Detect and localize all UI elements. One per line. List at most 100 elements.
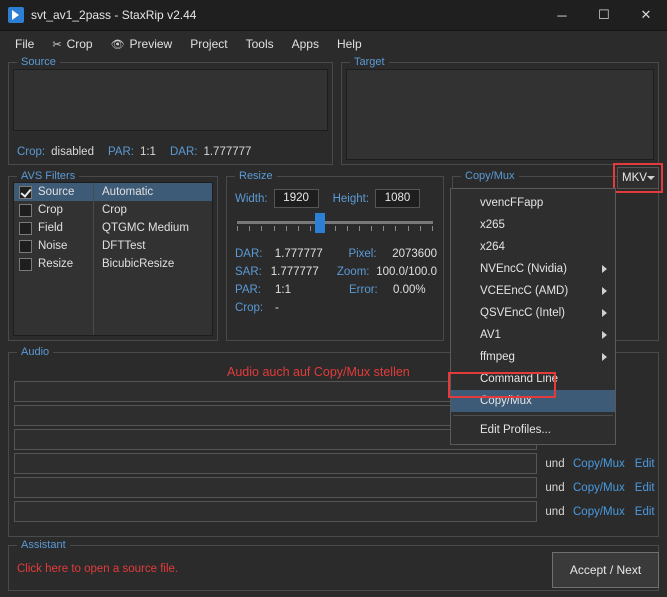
menu-option-label: VCEEncC (AMD) <box>480 285 569 297</box>
audio-language: und <box>545 457 565 470</box>
container-format-highlight <box>613 163 663 193</box>
chevron-right-icon <box>602 309 607 317</box>
maximize-icon[interactable]: ☐ <box>583 0 625 31</box>
menu-apps[interactable]: Apps <box>283 33 328 55</box>
window-title: svt_av1_2pass - StaxRip v2.44 <box>31 8 197 22</box>
resize-info-row-dar: DAR: 1.777777 Pixel: 2073600 <box>235 245 437 263</box>
avs-checkbox-crop[interactable] <box>19 203 32 217</box>
menu-option-label: x265 <box>480 219 505 231</box>
audio-profile-link[interactable]: Copy/Mux <box>573 458 625 470</box>
resize-sar-label: SAR: <box>235 266 262 278</box>
slider-tick <box>249 226 251 231</box>
menu-help-label: Help <box>336 37 362 51</box>
audio-file-field[interactable] <box>14 477 537 498</box>
chevron-right-icon <box>602 287 607 295</box>
menu-project[interactable]: Project <box>181 33 236 55</box>
audio-file-field[interactable] <box>14 453 537 474</box>
slider-tick <box>237 226 238 231</box>
menu-option-av1[interactable]: AV1 <box>451 324 615 346</box>
width-input[interactable]: 1920 <box>273 189 319 208</box>
avs-checkbox-noise[interactable] <box>19 239 32 253</box>
menu-separator <box>453 415 613 416</box>
avs-filters-legend: AVS Filters <box>17 170 80 182</box>
resize-slider-track[interactable] <box>237 221 433 224</box>
slider-tick <box>285 226 287 231</box>
menu-option-x264[interactable]: x264 <box>451 236 615 258</box>
slider-tick <box>383 226 385 231</box>
menu-preview-label: Preview <box>129 37 173 51</box>
avs-row-crop[interactable]: Crop Crop <box>14 201 212 219</box>
menu-tools-label: Tools <box>245 37 274 51</box>
avs-row-source[interactable]: Source Automatic <box>14 183 212 201</box>
avs-checkbox-resize[interactable] <box>19 257 32 271</box>
avs-row-resize[interactable]: Resize BicubicResize <box>14 255 212 273</box>
resize-par-value: 1:1 <box>275 284 291 296</box>
menu-project-label: Project <box>190 37 228 51</box>
resize-sar-value: 1.777777 <box>270 266 319 278</box>
menu-option-nvencc[interactable]: NVEncC (Nvidia) <box>451 258 615 280</box>
avs-filters-table[interactable]: Source Automatic Crop Crop Field QTGMC M… <box>13 182 213 336</box>
audio-row[interactable]: und Copy/Mux Edit <box>14 501 655 522</box>
menu-help[interactable]: Help <box>328 33 371 55</box>
audio-profile-link[interactable]: Copy/Mux <box>573 482 625 494</box>
source-crop-label: Crop: <box>17 146 46 158</box>
audio-file-field[interactable] <box>14 501 537 522</box>
avs-row-noise[interactable]: Noise DFTTest <box>14 237 212 255</box>
source-group: Source Crop: disabled PAR: 1:1 DAR: 1.77… <box>8 56 333 165</box>
menu-option-x265[interactable]: x265 <box>451 214 615 236</box>
audio-profile-link[interactable]: Copy/Mux <box>573 506 625 518</box>
audio-edit-link[interactable]: Edit <box>635 482 655 494</box>
audio-annotation: Audio auch auf Copy/Mux stellen <box>227 365 410 379</box>
menu-crop[interactable]: ✂ Crop <box>43 33 101 55</box>
minimize-icon[interactable]: ─ <box>541 0 583 31</box>
menu-preview[interactable]: 👁 Preview <box>102 33 182 55</box>
menu-crop-label: Crop <box>66 37 93 51</box>
slider-tick <box>432 226 433 231</box>
avs-checkbox-field[interactable] <box>19 221 32 235</box>
audio-row[interactable]: und Copy/Mux Edit <box>14 477 655 498</box>
chevron-right-icon <box>602 265 607 273</box>
height-input[interactable]: 1080 <box>375 189 421 208</box>
source-info-row: Crop: disabled PAR: 1:1 DAR: 1.777777 <box>17 146 251 158</box>
menu-option-ffmpeg[interactable]: ffmpeg <box>451 346 615 368</box>
resize-dar-value: 1.777777 <box>274 248 323 260</box>
audio-language: und <box>545 505 565 518</box>
menu-option-label: Edit Profiles... <box>480 424 551 436</box>
avs-row-field[interactable]: Field QTGMC Medium <box>14 219 212 237</box>
avs-value-crop: Crop <box>102 204 127 216</box>
audio-edit-link[interactable]: Edit <box>635 458 655 470</box>
menu-file-label: File <box>15 37 35 51</box>
source-file-list[interactable] <box>13 69 328 131</box>
slider-tick <box>334 226 336 231</box>
menu-tools[interactable]: Tools <box>237 33 283 55</box>
slider-tick <box>395 226 397 231</box>
source-crop-value: disabled <box>51 146 94 158</box>
resize-slider-thumb[interactable] <box>315 213 325 233</box>
assistant-message[interactable]: Click here to open a source file. <box>17 563 178 575</box>
menu-option-vceencc[interactable]: VCEEncC (AMD) <box>451 280 615 302</box>
menu-file[interactable]: File <box>6 33 43 55</box>
codec-dropdown-menu[interactable]: vvencFFapp x265 x264 NVEncC (Nvidia) VCE… <box>450 188 616 445</box>
menu-apps-label: Apps <box>291 37 319 51</box>
menu-bar: File ✂ Crop 👁 Preview Project Tools Apps… <box>0 31 667 57</box>
chevron-right-icon <box>602 353 607 361</box>
slider-tick <box>407 226 409 231</box>
close-icon[interactable]: ✕ <box>625 0 667 31</box>
menu-option-label: x264 <box>480 241 505 253</box>
menu-option-edit-profiles[interactable]: Edit Profiles... <box>451 419 615 441</box>
source-par-label: PAR: <box>107 146 134 158</box>
resize-info-row-crop: Crop: - <box>235 299 437 317</box>
source-group-legend: Source <box>17 56 60 68</box>
target-file-list[interactable] <box>346 69 654 160</box>
menu-option-qsvencc[interactable]: QSVEncC (Intel) <box>451 302 615 324</box>
staxrip-play-icon <box>8 7 24 23</box>
menu-option-vvencffapp[interactable]: vvencFFapp <box>451 192 615 214</box>
avs-checkbox-source[interactable] <box>19 185 32 199</box>
audio-edit-link[interactable]: Edit <box>635 506 655 518</box>
slider-tick <box>346 226 348 231</box>
window-controls: ─ ☐ ✕ <box>541 0 667 31</box>
resize-dar-label: DAR: <box>235 248 263 260</box>
target-group-legend: Target <box>350 56 389 68</box>
accept-next-button[interactable]: Accept / Next <box>552 552 659 588</box>
audio-row[interactable]: und Copy/Mux Edit <box>14 453 655 474</box>
